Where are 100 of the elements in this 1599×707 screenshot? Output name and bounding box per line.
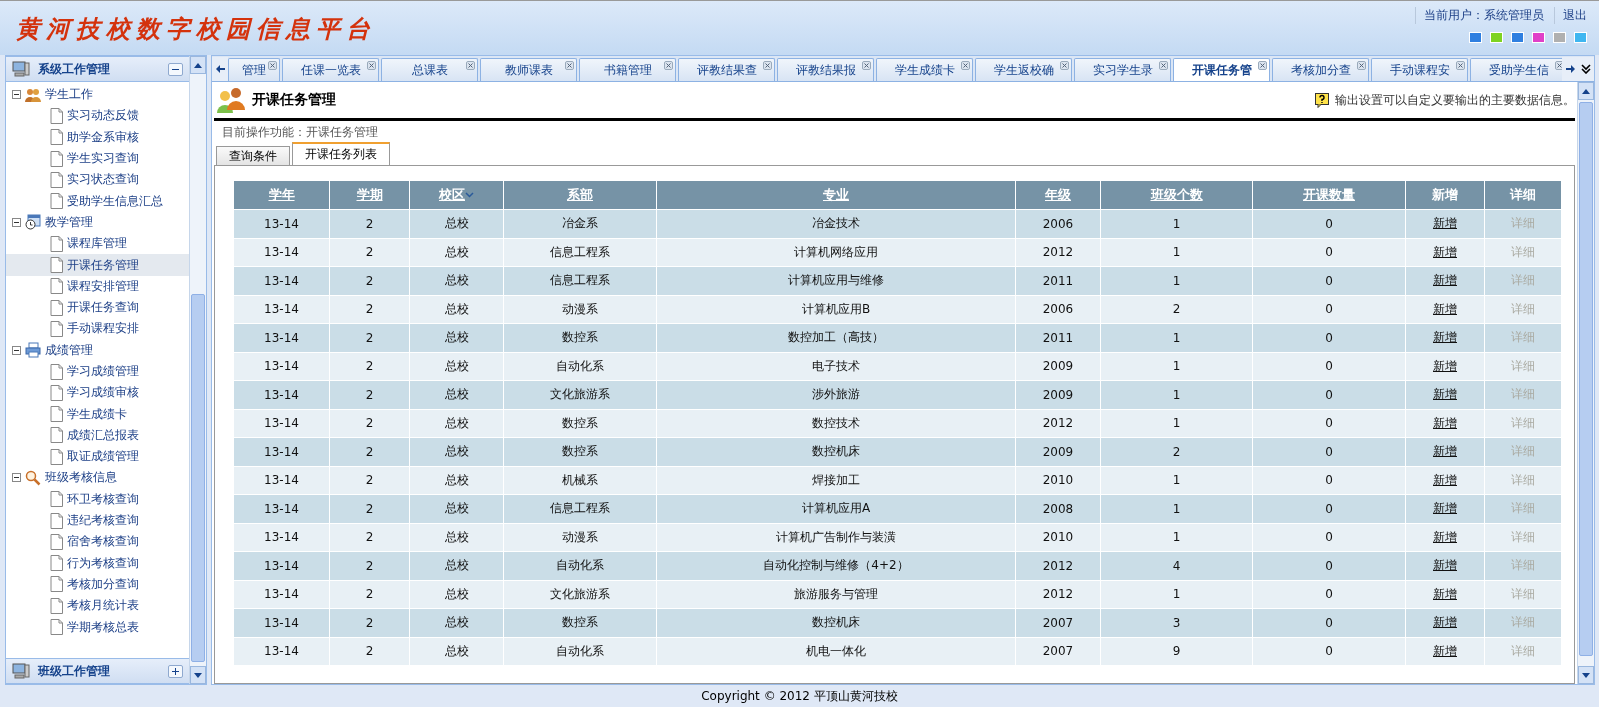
tab[interactable]: 总课表 (381, 58, 478, 81)
close-icon[interactable] (565, 61, 574, 70)
add-link[interactable]: 新增 (1433, 586, 1457, 601)
close-icon[interactable] (664, 61, 673, 70)
tab[interactable]: 学生成绩卡 (876, 58, 973, 81)
add-link[interactable]: 新增 (1433, 387, 1457, 402)
expand-button[interactable] (168, 664, 183, 678)
scrollbar[interactable] (1577, 82, 1594, 684)
close-icon[interactable] (1357, 61, 1366, 70)
tab[interactable]: 评教结果查 (678, 58, 775, 81)
tree-item[interactable]: 开课任务查询 (6, 296, 189, 319)
tree-item[interactable]: 手动课程安排 (6, 318, 189, 340)
tree-item[interactable]: 助学金系审核 (6, 126, 189, 148)
add-link[interactable]: 新增 (1433, 444, 1457, 459)
tab[interactable]: 任课一览表 (282, 58, 379, 81)
add-link[interactable]: 新增 (1433, 216, 1457, 231)
tab[interactable]: 书籍管理 (579, 58, 676, 81)
scroll-left-icon[interactable] (215, 65, 225, 73)
add-link[interactable]: 新增 (1433, 558, 1457, 573)
close-icon[interactable] (763, 61, 772, 70)
close-icon[interactable] (367, 61, 376, 70)
tree-item[interactable]: 违纪考核查询 (6, 509, 189, 532)
add-link[interactable]: 新增 (1433, 643, 1457, 658)
tab[interactable]: 管理 (228, 58, 280, 81)
close-icon[interactable] (1456, 61, 1465, 70)
group-header[interactable]: 班级工作管理 (6, 658, 189, 684)
add-link[interactable]: 新增 (1433, 529, 1457, 544)
tree-node[interactable]: 教学管理 (6, 211, 189, 234)
close-icon[interactable] (466, 61, 475, 70)
tree-item[interactable]: 学习成绩审核 (6, 382, 189, 404)
collapse-button[interactable] (168, 62, 183, 76)
scrollbar[interactable] (189, 56, 206, 684)
tree-item[interactable]: 学生实习查询 (6, 147, 189, 170)
tree-item[interactable]: 实习动态反馈 (6, 105, 189, 127)
table-cell: 4 (1100, 551, 1253, 580)
collapse-icon[interactable] (12, 217, 21, 227)
add-link[interactable]: 新增 (1433, 301, 1457, 316)
tree-item[interactable]: 课程库管理 (6, 233, 189, 255)
close-icon[interactable] (1159, 61, 1168, 70)
close-icon[interactable] (1258, 61, 1267, 70)
tab[interactable]: 教师课表 (480, 58, 577, 81)
tab[interactable]: 评教结果报 (777, 58, 874, 81)
tree-node[interactable]: 成绩管理 (6, 339, 189, 361)
scroll-down-icon[interactable] (194, 672, 202, 678)
tree-item[interactable]: 实习状态查询 (6, 169, 189, 191)
scroll-up-icon[interactable] (194, 62, 202, 68)
page-icon (50, 448, 63, 465)
tree-item[interactable]: 开课任务管理 (6, 254, 189, 276)
add-link[interactable]: 新增 (1433, 358, 1457, 373)
tree-item[interactable]: 受助学生信息汇总 (6, 190, 189, 212)
theme-swatch[interactable] (1532, 32, 1545, 43)
collapse-icon[interactable] (12, 473, 21, 483)
theme-swatch[interactable] (1553, 32, 1566, 43)
add-link[interactable]: 新增 (1433, 273, 1457, 288)
tree-item[interactable]: 学期考核总表 (6, 616, 189, 638)
tree-item[interactable]: 考核月统计表 (6, 595, 189, 617)
add-link[interactable]: 新增 (1433, 244, 1457, 259)
tab[interactable]: 手动课程安 (1371, 58, 1468, 81)
theme-swatch[interactable] (1511, 32, 1524, 43)
scroll-right-icon[interactable] (1565, 65, 1575, 73)
close-icon[interactable] (268, 61, 277, 70)
tree-item[interactable]: 考核加分查询 (6, 573, 189, 596)
collapse-icon[interactable] (12, 90, 21, 100)
theme-swatch[interactable] (1490, 32, 1503, 43)
scroll-down-icon[interactable] (1582, 672, 1590, 678)
tree-item[interactable]: 成绩汇总报表 (6, 424, 189, 447)
tab[interactable]: 受助学生信 (1470, 58, 1562, 81)
close-icon[interactable] (862, 61, 871, 70)
tab[interactable]: 学生返校确 (975, 58, 1072, 81)
tab[interactable]: 开课任务列表 (292, 142, 390, 165)
tree-node[interactable]: 学生工作 (6, 84, 189, 106)
collapse-icon[interactable] (12, 345, 21, 355)
scroll-up-icon[interactable] (1582, 88, 1590, 94)
add-link[interactable]: 新增 (1433, 330, 1457, 345)
tree-item[interactable]: 行为考核查询 (6, 552, 189, 574)
logout-link[interactable]: 退出 (1554, 7, 1587, 24)
tree-item[interactable]: 学习成绩管理 (6, 360, 189, 383)
table-cell: 13-14 (233, 266, 330, 295)
close-icon[interactable] (1060, 61, 1069, 70)
tree-item[interactable]: 取证成绩管理 (6, 446, 189, 468)
tab[interactable]: 开课任务管 (1173, 58, 1270, 81)
add-link[interactable]: 新增 (1433, 415, 1457, 430)
tree-node[interactable]: 班级考核信息 (6, 467, 189, 489)
tree-item[interactable]: 环卫考核查询 (6, 488, 189, 510)
tree-item[interactable]: 学生成绩卡 (6, 403, 189, 425)
tree-item[interactable]: 课程安排管理 (6, 275, 189, 297)
close-icon[interactable] (961, 61, 970, 70)
table-cell: 2007 (1015, 637, 1101, 666)
group-header[interactable]: 系级工作管理 (6, 56, 189, 82)
add-link[interactable]: 新增 (1433, 501, 1457, 516)
theme-swatch[interactable] (1574, 32, 1587, 43)
tab[interactable]: 考核加分查 (1272, 58, 1369, 81)
table-cell: 2 (329, 295, 410, 324)
tab-menu-icon[interactable] (1578, 57, 1594, 81)
add-link[interactable]: 新增 (1433, 472, 1457, 487)
theme-swatch[interactable] (1469, 32, 1482, 43)
tree-item[interactable]: 宿舍考核查询 (6, 531, 189, 553)
add-link[interactable]: 新增 (1433, 615, 1457, 630)
tab[interactable]: 实习学生录 (1074, 58, 1171, 81)
tab[interactable]: 查询条件 (216, 146, 290, 165)
